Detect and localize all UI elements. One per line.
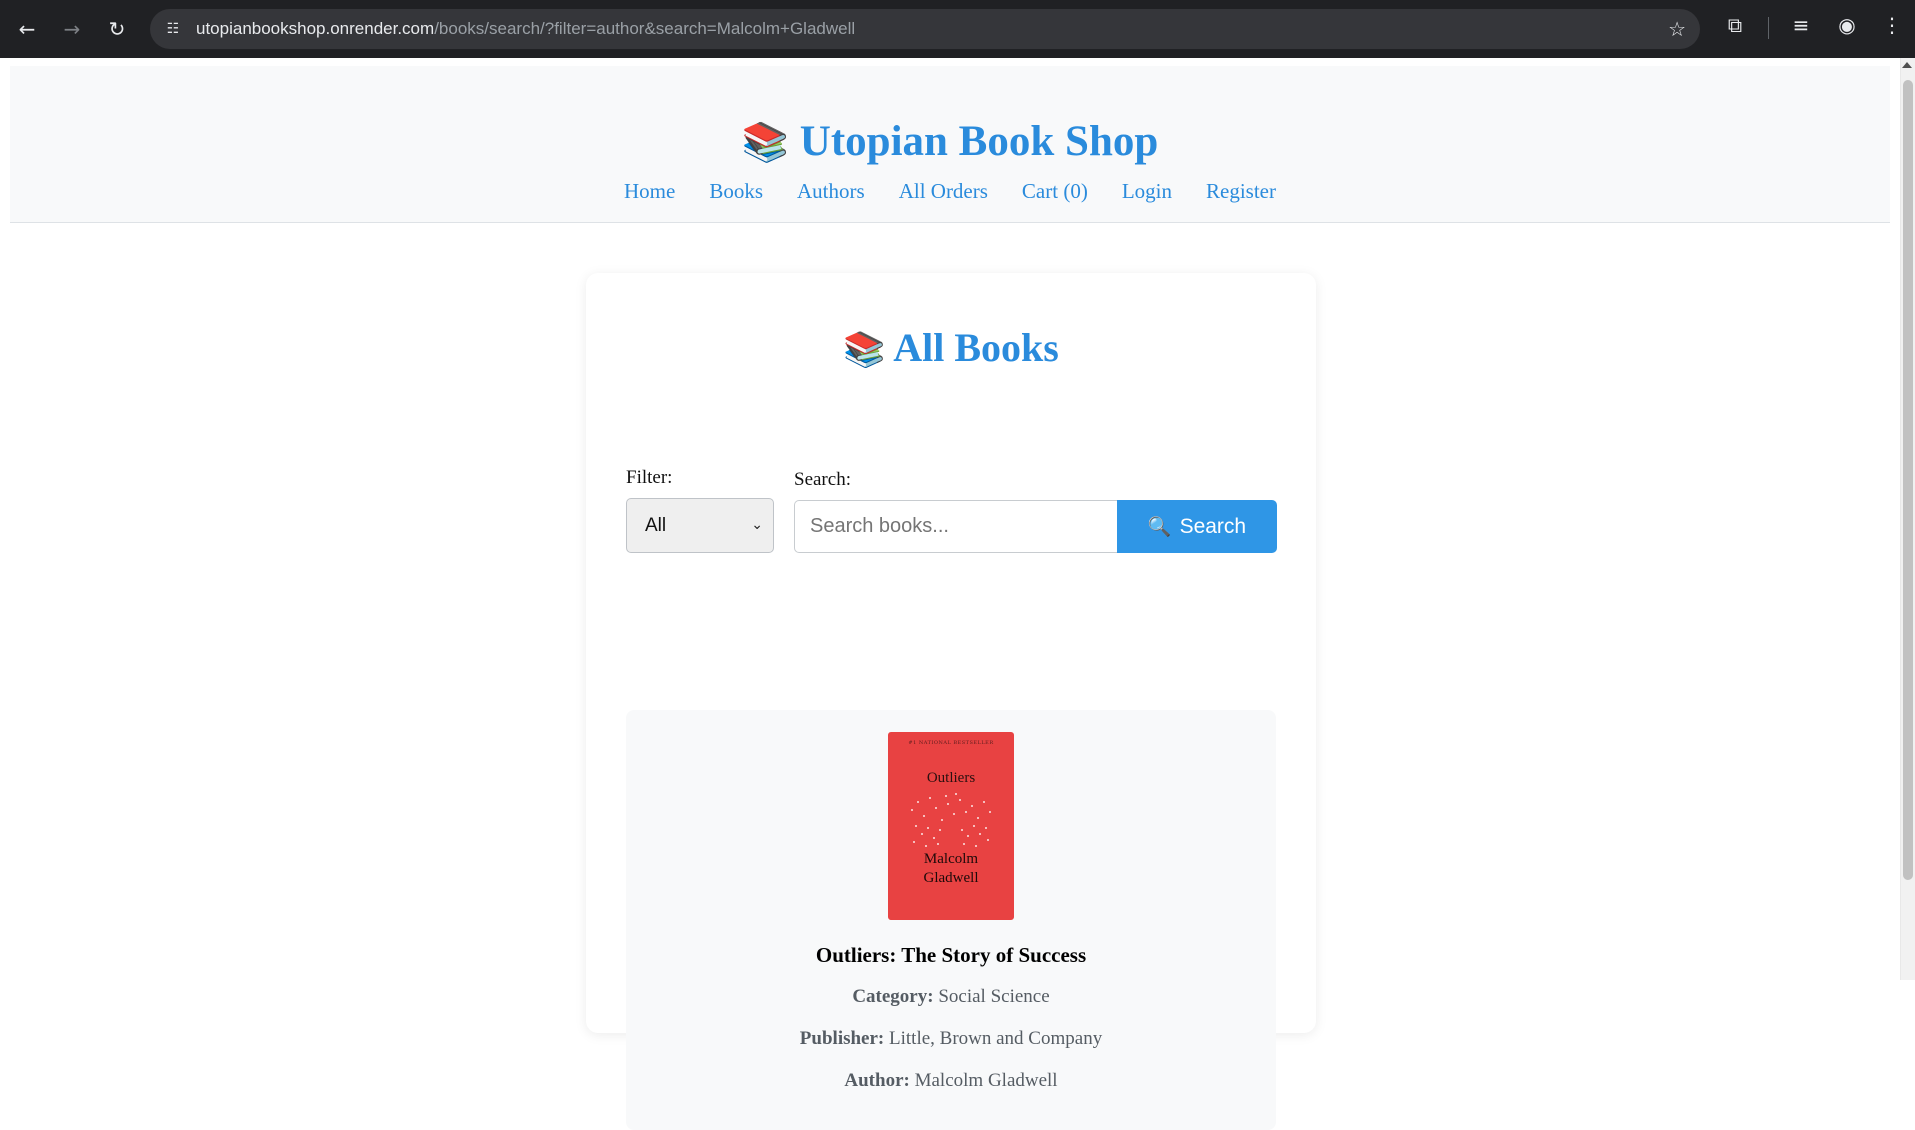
page-title-text: All Books <box>893 325 1059 370</box>
cover-tagline: #1 NATIONAL BESTSELLER <box>908 740 994 746</box>
url-host: utopianbookshop.onrender.com <box>196 19 435 38</box>
toolbar-divider <box>1768 17 1769 39</box>
filter-select[interactable]: All ⌄ <box>626 498 774 553</box>
nav-authors[interactable]: Authors <box>797 179 865 204</box>
publisher-value: Little, Brown and Company <box>889 1028 1103 1049</box>
search-icon: 🔍 <box>1147 516 1172 538</box>
site-header: 📚 Utopian Book Shop Home Books Authors A… <box>10 66 1890 223</box>
url-text[interactable]: utopianbookshop.onrender.com/books/searc… <box>196 9 855 49</box>
back-icon[interactable]: ← <box>9 11 45 47</box>
book-publisher: Publisher: Little, Brown and Company <box>626 1028 1276 1050</box>
book-cover-image[interactable]: #1 NATIONAL BESTSELLER Outliers Malcolm G <box>888 732 1014 920</box>
cover-title: Outliers <box>926 770 976 786</box>
page-viewport: 📚 Utopian Book Shop Home Books Authors A… <box>0 58 1915 1130</box>
search-input[interactable]: Search books... <box>794 500 1124 553</box>
nav-register[interactable]: Register <box>1206 179 1276 204</box>
search-label: Search: <box>794 469 851 490</box>
books-emoji-icon: 📚 <box>741 120 790 164</box>
filter-selected-value: All <box>645 514 667 536</box>
scroll-up-arrow-icon[interactable] <box>1902 62 1912 68</box>
page-title: 📚 All Books <box>586 328 1316 368</box>
page-scrollbar[interactable] <box>1900 58 1915 980</box>
main-nav: Home Books Authors All Orders Cart (0) L… <box>10 179 1890 204</box>
publisher-label: Publisher: <box>799 1028 885 1049</box>
book-item: #1 NATIONAL BESTSELLER Outliers Malcolm G <box>626 710 1276 1130</box>
category-value: Social Science <box>938 986 1050 1007</box>
cover-author-last: Gladwell <box>923 870 979 886</box>
address-bar[interactable]: ☷ utopianbookshop.onrender.com/books/sea… <box>150 9 1700 49</box>
profile-icon[interactable]: ◉ <box>1832 13 1862 37</box>
filter-label: Filter: <box>626 467 673 488</box>
extensions-icon[interactable]: ⧉ <box>1720 13 1750 37</box>
forward-icon[interactable]: → <box>54 11 90 47</box>
site-info-icon[interactable]: ☷ <box>160 16 186 42</box>
books-emoji-icon: 📚 <box>843 330 886 370</box>
url-path: /books/search/?filter=author&search=Malc… <box>434 19 856 38</box>
menu-icon[interactable]: ⋮ <box>1877 13 1907 37</box>
nav-books[interactable]: Books <box>709 179 763 204</box>
site-title[interactable]: 📚 Utopian Book Shop <box>10 120 1890 163</box>
category-label: Category: <box>852 986 934 1007</box>
reload-icon[interactable]: ↻ <box>99 11 135 47</box>
books-card: 📚 All Books Filter: All ⌄ Search: Search… <box>586 273 1316 1130</box>
author-label: Author: <box>844 1070 910 1091</box>
cover-dot-pattern <box>911 793 991 847</box>
chevron-down-icon: ⌄ <box>751 517 763 533</box>
media-controls-icon[interactable]: ≡ <box>1786 13 1816 37</box>
search-button-label: Search <box>1179 514 1247 538</box>
scrollbar-thumb[interactable] <box>1903 80 1913 880</box>
author-value: Malcolm Gladwell <box>914 1070 1058 1091</box>
book-category: Category: Social Science <box>626 986 1276 1008</box>
site-title-text: Utopian Book Shop <box>799 118 1159 165</box>
cover-author-first: Malcolm <box>923 851 979 867</box>
search-button[interactable]: 🔍 Search <box>1117 500 1277 553</box>
cover-author: Malcolm Gladwell <box>888 850 1014 888</box>
search-placeholder: Search books... <box>810 515 949 537</box>
browser-toolbar: ← → ↻ ☷ utopianbookshop.onrender.com/boo… <box>0 0 1915 58</box>
nav-cart[interactable]: Cart (0) <box>1022 179 1088 204</box>
nav-home[interactable]: Home <box>624 179 675 204</box>
book-author: Author: Malcolm Gladwell <box>626 1070 1276 1092</box>
nav-login[interactable]: Login <box>1122 179 1172 204</box>
book-title[interactable]: Outliers: The Story of Success <box>626 943 1276 968</box>
bookmark-star-icon[interactable]: ☆ <box>1668 17 1686 41</box>
nav-all-orders[interactable]: All Orders <box>899 179 988 204</box>
